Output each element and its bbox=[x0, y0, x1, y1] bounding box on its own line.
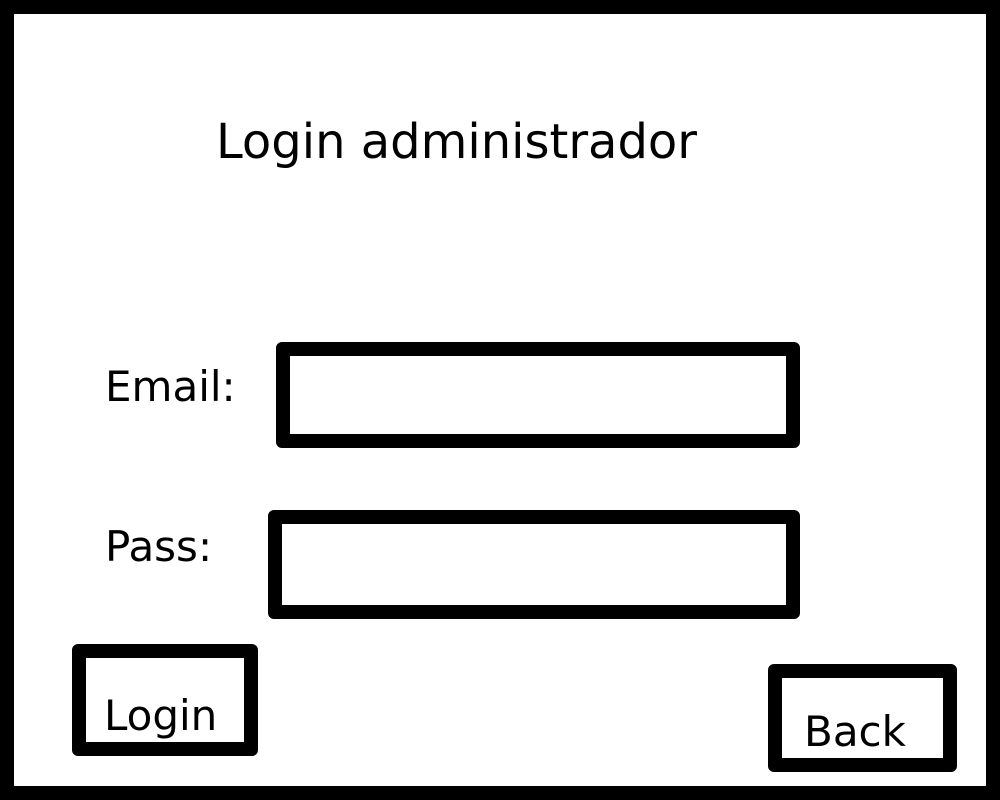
email-field[interactable] bbox=[276, 342, 800, 448]
back-button[interactable]: Back bbox=[768, 664, 957, 772]
login-button[interactable]: Login bbox=[72, 644, 258, 756]
email-label: Email: bbox=[105, 362, 236, 411]
password-field[interactable] bbox=[268, 510, 800, 619]
password-label: Pass: bbox=[105, 522, 213, 571]
page-title: Login administrador bbox=[216, 114, 698, 170]
login-window: Login administrador Email: Pass: Login B… bbox=[0, 0, 1000, 800]
